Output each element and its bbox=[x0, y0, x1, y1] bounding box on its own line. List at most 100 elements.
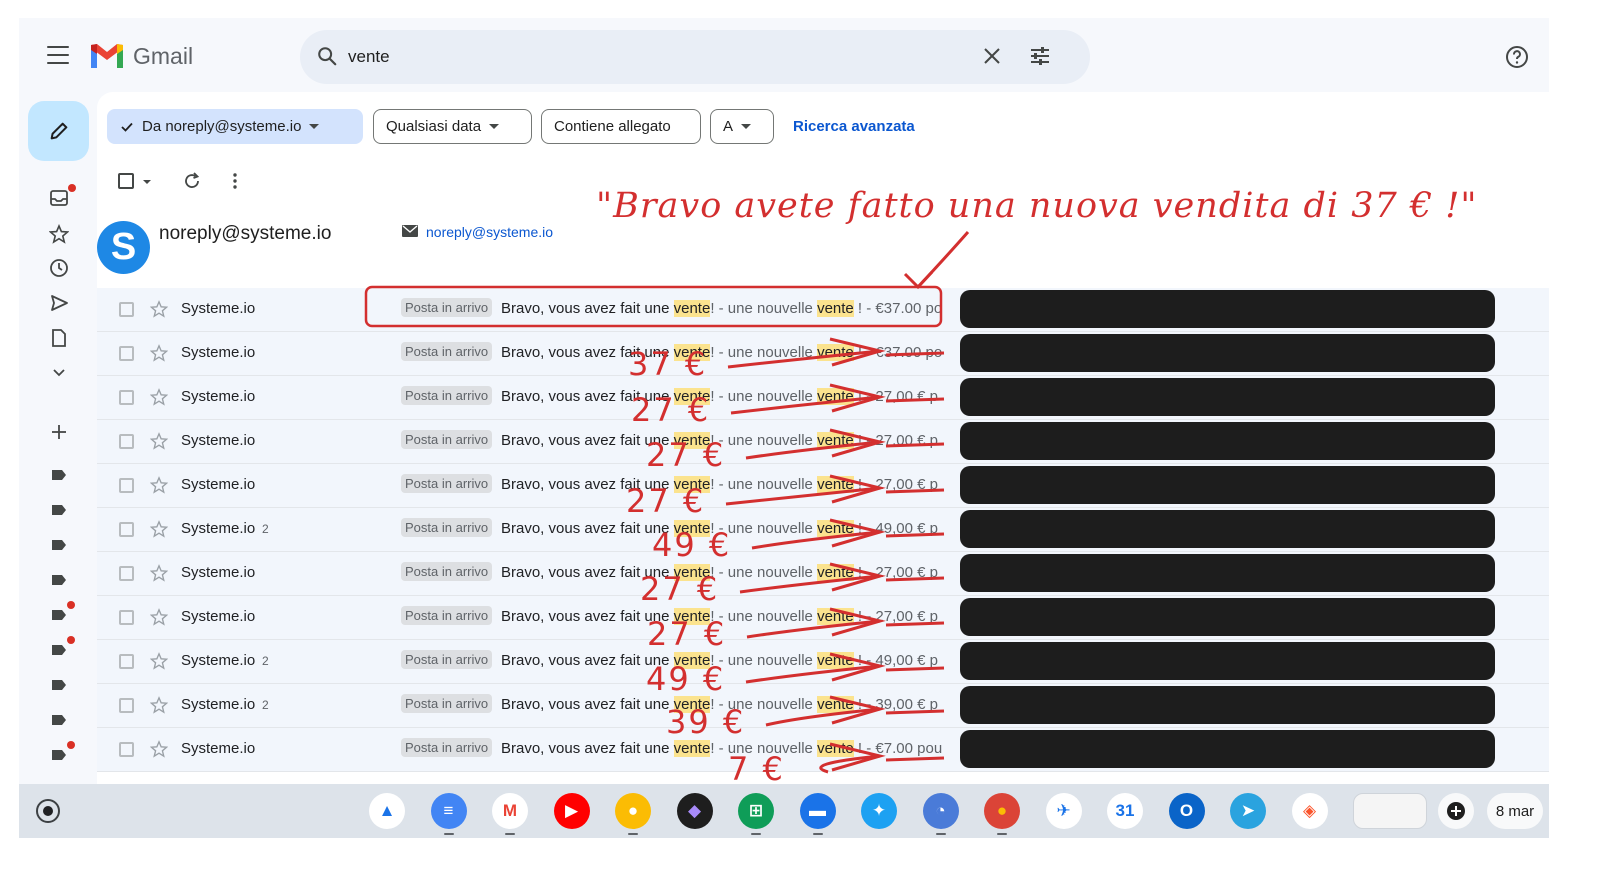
refresh-icon[interactable] bbox=[182, 171, 202, 191]
keep-app-icon[interactable]: ● bbox=[615, 793, 651, 835]
more-vert-icon[interactable] bbox=[231, 171, 239, 191]
label-icon[interactable] bbox=[49, 710, 69, 730]
drive-app-icon[interactable]: ▲ bbox=[369, 793, 405, 829]
attachment-filter-chip[interactable]: Contiene allegato bbox=[541, 109, 701, 144]
compose-button[interactable] bbox=[28, 101, 89, 161]
obsidian-app-icon[interactable]: ◆ bbox=[676, 793, 713, 829]
search-input[interactable]: vente bbox=[348, 47, 390, 67]
sent-icon[interactable] bbox=[49, 293, 69, 313]
snoozed-clock-icon[interactable] bbox=[49, 258, 69, 278]
email-row[interactable]: Systeme.io Posta in arrivo Bravo, vous ave… bbox=[97, 376, 1549, 420]
label-icon[interactable] bbox=[49, 605, 69, 625]
help-icon[interactable] bbox=[1505, 45, 1529, 69]
subject-text: Bravo, vous avez fait une bbox=[501, 476, 674, 493]
label-icon[interactable] bbox=[49, 640, 69, 660]
row-checkbox[interactable] bbox=[119, 522, 134, 537]
email-row[interactable]: Systeme.io Posta in arrivo Bravo, vous ave… bbox=[97, 596, 1549, 640]
star-icon[interactable] bbox=[150, 432, 168, 450]
label-icon[interactable] bbox=[49, 535, 69, 555]
date-display[interactable]: 8 mar bbox=[1487, 793, 1543, 829]
brave-app-icon[interactable]: ◈ bbox=[1291, 793, 1328, 829]
star-icon[interactable] bbox=[150, 608, 168, 626]
star-icon[interactable] bbox=[150, 652, 168, 670]
date-filter-chip[interactable]: Qualsiasi data bbox=[373, 109, 532, 144]
navigator-app-icon[interactable]: ✈ bbox=[1045, 793, 1082, 829]
select-options-caret-icon[interactable] bbox=[143, 180, 151, 184]
row-checkbox[interactable] bbox=[119, 566, 134, 581]
mail-list-panel: Da noreply@systeme.io Qualsiasi data Con… bbox=[97, 92, 1549, 838]
search-highlight: vente bbox=[817, 696, 854, 713]
calendar-app-icon[interactable]: 31 bbox=[1107, 793, 1143, 829]
telegram-app-icon[interactable]: ➤ bbox=[1230, 793, 1266, 829]
email-row[interactable]: Systeme.io Posta in arrivo Bravo, vous ave… bbox=[97, 288, 1549, 332]
gmail-logo[interactable]: Gmail bbox=[89, 42, 193, 70]
row-checkbox[interactable] bbox=[119, 302, 134, 317]
launcher-button[interactable] bbox=[36, 799, 60, 823]
contact-name[interactable]: noreply@systeme.io bbox=[159, 223, 331, 245]
star-icon[interactable] bbox=[150, 696, 168, 714]
gmail-app-icon[interactable]: M bbox=[492, 793, 528, 835]
row-checkbox[interactable] bbox=[119, 698, 134, 713]
to-filter-chip[interactable]: A bbox=[710, 109, 774, 144]
row-checkbox[interactable] bbox=[119, 346, 134, 361]
main-menu-icon[interactable] bbox=[47, 46, 69, 64]
quick-add-button[interactable] bbox=[1438, 793, 1474, 829]
label-icon[interactable] bbox=[49, 745, 69, 765]
email-row[interactable]: Systeme.io Posta in arrivo Bravo, vous ave… bbox=[97, 464, 1549, 508]
star-icon[interactable] bbox=[150, 740, 168, 758]
youtube-app-icon[interactable]: ▶ bbox=[553, 793, 590, 829]
chrome-app-icon[interactable]: ● bbox=[984, 793, 1020, 835]
email-row[interactable]: Systeme.io Posta in arrivo Bravo, vous ave… bbox=[97, 420, 1549, 464]
inbox-icon[interactable] bbox=[49, 188, 69, 208]
contact-email[interactable]: noreply@systeme.io bbox=[426, 224, 553, 240]
star-icon[interactable] bbox=[150, 564, 168, 582]
email-row[interactable]: Systeme.io Posta in arrivo Bravo, vous ave… bbox=[97, 552, 1549, 596]
search-bar[interactable]: vente bbox=[300, 30, 1090, 84]
row-checkbox[interactable] bbox=[119, 742, 134, 757]
star-icon[interactable] bbox=[49, 224, 69, 244]
star-icon[interactable] bbox=[150, 388, 168, 406]
advanced-search-link[interactable]: Ricerca avanzata bbox=[793, 118, 915, 135]
drafts-icon[interactable] bbox=[49, 328, 69, 348]
star-icon[interactable] bbox=[150, 476, 168, 494]
outlook-app-icon[interactable]: O bbox=[1168, 793, 1205, 829]
email-sender: Systeme.io bbox=[181, 520, 256, 537]
email-row[interactable]: Systeme.io 2 Posta in arrivo Bravo, vous av… bbox=[97, 508, 1549, 552]
sheets-app-icon[interactable]: ⊞ bbox=[738, 793, 774, 835]
star-icon[interactable] bbox=[150, 300, 168, 318]
redacted-area bbox=[960, 686, 1495, 724]
snippet-text: ! - une nouvelle bbox=[710, 344, 818, 361]
row-checkbox[interactable] bbox=[119, 390, 134, 405]
email-subject: Bravo, vous avez fait une vente! - une n… bbox=[501, 652, 938, 669]
label-unread-dot bbox=[67, 741, 75, 749]
files-app-icon[interactable]: ▬ bbox=[799, 793, 836, 835]
email-subject: Bravo, vous avez fait une vente! - une n… bbox=[501, 432, 938, 449]
row-checkbox[interactable] bbox=[119, 610, 134, 625]
clear-search-icon[interactable] bbox=[982, 46, 1002, 66]
contact-avatar[interactable]: S bbox=[97, 221, 150, 274]
email-sender: Systeme.io bbox=[181, 476, 256, 493]
label-icon[interactable] bbox=[49, 465, 69, 485]
docs-app-icon[interactable]: ≡ bbox=[430, 793, 467, 835]
clock-app-icon[interactable]: ◔ bbox=[922, 793, 959, 835]
email-row[interactable]: Systeme.io Posta in arrivo Bravo, vous ave… bbox=[97, 728, 1549, 772]
email-row[interactable]: Systeme.io Posta in arrivo Bravo, vous ave… bbox=[97, 332, 1549, 376]
email-row[interactable]: Systeme.io 2 Posta in arrivo Bravo, vous av… bbox=[97, 684, 1549, 728]
label-icon[interactable] bbox=[49, 570, 69, 590]
add-label-icon[interactable] bbox=[49, 422, 69, 442]
select-all-checkbox[interactable] bbox=[118, 173, 134, 189]
email-row[interactable]: Systeme.io 2 Posta in arrivo Bravo, vous av… bbox=[97, 640, 1549, 684]
twitter-app-icon[interactable]: ✦ bbox=[861, 793, 897, 829]
star-icon[interactable] bbox=[150, 520, 168, 538]
from-filter-chip[interactable]: Da noreply@systeme.io bbox=[107, 109, 363, 144]
label-icon[interactable] bbox=[49, 500, 69, 520]
label-icon[interactable] bbox=[49, 675, 69, 695]
row-checkbox[interactable] bbox=[119, 434, 134, 449]
window-preview-thumbnail[interactable] bbox=[1353, 793, 1427, 829]
search-icon[interactable] bbox=[316, 45, 338, 67]
search-options-icon[interactable] bbox=[1028, 44, 1052, 68]
chevron-down-icon[interactable] bbox=[49, 363, 69, 383]
row-checkbox[interactable] bbox=[119, 478, 134, 493]
row-checkbox[interactable] bbox=[119, 654, 134, 669]
star-icon[interactable] bbox=[150, 344, 168, 362]
